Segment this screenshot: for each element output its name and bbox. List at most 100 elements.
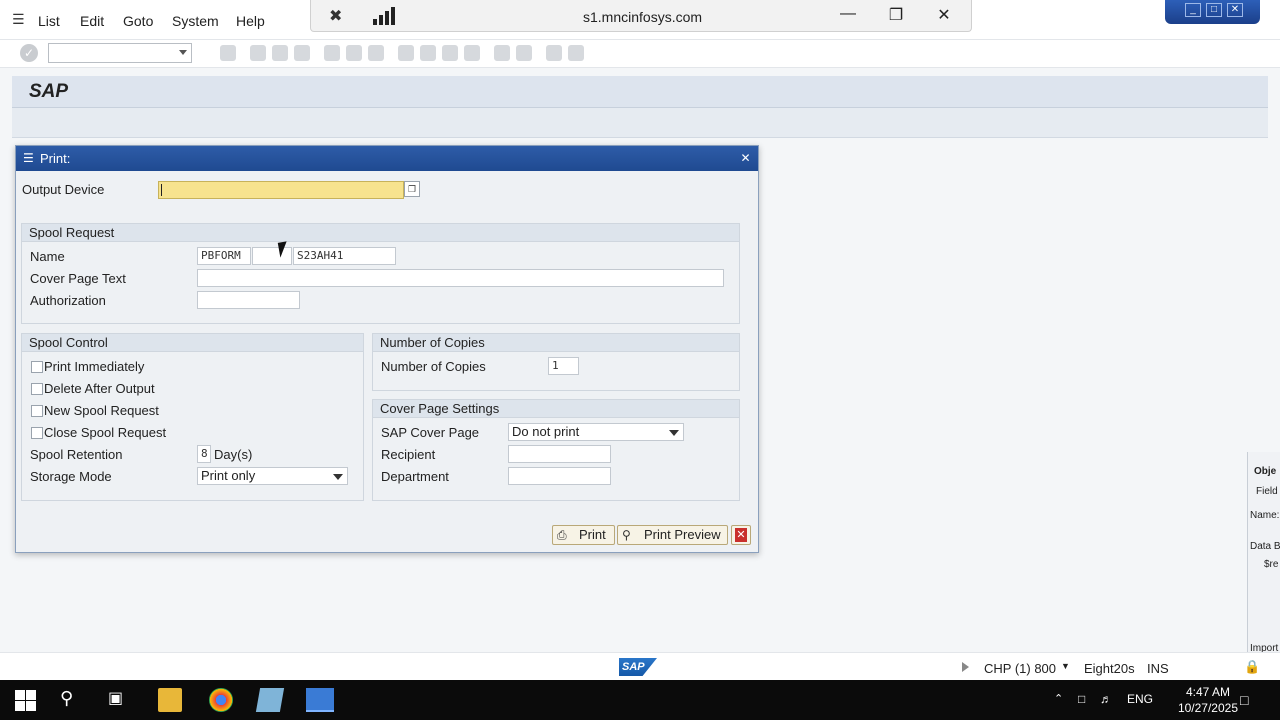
dialog-menu-icon[interactable]: ☰	[23, 151, 34, 165]
output-device-label: Output Device	[22, 182, 105, 197]
menu-goto[interactable]: Goto	[123, 13, 153, 29]
sap-logon-icon[interactable]	[255, 688, 285, 712]
side-panel-name-label: Name:	[1250, 510, 1280, 521]
side-panel-object-label: Obje	[1254, 466, 1277, 477]
close-icon[interactable]: ✕	[934, 5, 954, 25]
chevron-down-icon[interactable]	[333, 474, 343, 480]
language-indicator[interactable]: ENG	[1127, 692, 1153, 706]
sap-gui-icon[interactable]	[306, 688, 334, 712]
output-device-input[interactable]	[158, 181, 404, 199]
storage-mode-label: Storage Mode	[30, 469, 112, 484]
preview-icon: ⚲	[622, 528, 631, 542]
sap-logo: SAP	[619, 658, 657, 676]
new-spool-request-checkbox[interactable]	[31, 405, 43, 417]
recipient-input[interactable]	[508, 445, 611, 463]
task-view-icon[interactable]: ▣	[108, 688, 132, 712]
delete-after-output-checkbox[interactable]	[31, 383, 43, 395]
cover-page-text-label: Cover Page Text	[30, 271, 126, 286]
dialog-title: Print:	[40, 151, 71, 166]
menu-edit[interactable]: Edit	[80, 13, 104, 29]
close-spool-request-checkbox[interactable]	[31, 427, 43, 439]
clock-time: 4:47 AM	[1185, 685, 1230, 699]
standard-toolbar: ✓	[0, 40, 1280, 68]
print-immediately-checkbox[interactable]	[31, 361, 43, 373]
file-explorer-icon[interactable]	[158, 688, 182, 712]
menu-icon[interactable]: ☰	[12, 11, 28, 27]
chevron-down-icon[interactable]: ▼	[1061, 661, 1070, 671]
dialog-close-icon[interactable]: ✕	[739, 152, 752, 165]
next-page-icon[interactable]	[442, 45, 458, 61]
storage-mode-select[interactable]: Print only	[197, 467, 348, 485]
object-side-panel: Obje Field Name: Data B $re Import	[1247, 452, 1280, 652]
cover-page-text-input[interactable]	[197, 269, 724, 287]
find-next-icon[interactable]	[368, 45, 384, 61]
side-panel-field-tab[interactable]: Field	[1256, 486, 1278, 497]
chevron-up-icon[interactable]: ⌃	[1054, 692, 1063, 705]
volume-icon[interactable]: ♬	[1100, 692, 1112, 706]
notification-icon[interactable]: □	[1240, 692, 1248, 708]
lock-icon[interactable]: 🔒	[1244, 659, 1260, 675]
help-icon[interactable]	[546, 45, 562, 61]
authorization-label: Authorization	[30, 293, 106, 308]
spool-retention-input[interactable]: 8	[197, 445, 211, 463]
find-icon[interactable]	[346, 45, 362, 61]
menu-help[interactable]: Help	[236, 13, 265, 29]
department-label: Department	[381, 469, 449, 484]
spool-request-header: Spool Request	[22, 224, 739, 242]
menu-system[interactable]: System	[172, 13, 219, 29]
print-preview-button[interactable]: ⚲ Print Preview	[617, 525, 728, 545]
delete-after-output-label: Delete After Output	[44, 381, 155, 396]
cancel-button[interactable]: ✕	[731, 525, 751, 545]
chevron-down-icon[interactable]	[669, 430, 679, 436]
print-icon[interactable]	[324, 45, 340, 61]
system-info[interactable]: CHP (1) 800	[984, 661, 1056, 676]
print-button[interactable]: ⎙ Print	[552, 525, 615, 545]
dialog-title-bar: ☰ Print: ✕	[16, 146, 758, 171]
side-panel-data-label: Data B	[1250, 541, 1280, 552]
cancel-icon[interactable]	[294, 45, 310, 61]
windows-start-icon[interactable]	[14, 688, 38, 712]
sap-cover-page-label: SAP Cover Page	[381, 425, 480, 440]
sap-minimize-icon[interactable]: _	[1185, 3, 1201, 17]
chevron-down-icon[interactable]	[179, 50, 187, 55]
layout-icon[interactable]	[568, 45, 584, 61]
last-page-icon[interactable]	[464, 45, 480, 61]
name-input-1[interactable]: PBFORM	[197, 247, 251, 265]
recipient-label: Recipient	[381, 447, 436, 462]
windows-taskbar: ⚲ ▣ ⌃ □ ♬ ENG 4:47 AM 10/27/2025 □	[0, 680, 1280, 720]
menu-bar: ☰ List Edit Goto System Help ✖ s1.mncinf…	[0, 0, 1280, 40]
pin-icon[interactable]: ✖	[329, 6, 342, 26]
minimize-icon[interactable]: —	[838, 5, 858, 23]
cancel-x-icon: ✕	[735, 528, 747, 542]
signal-strength-icon[interactable]	[373, 7, 397, 25]
department-input[interactable]	[508, 467, 611, 485]
back-icon[interactable]	[250, 45, 266, 61]
network-icon[interactable]: □	[1078, 692, 1085, 706]
previous-page-icon[interactable]	[420, 45, 436, 61]
spool-control-header: Spool Control	[22, 334, 363, 352]
sap-cover-page-select[interactable]: Do not print	[508, 423, 684, 441]
save-icon[interactable]	[220, 45, 236, 61]
status-bar: SAP CHP (1) 800 ▼ Eight20s INS 🔒	[0, 652, 1280, 680]
exit-icon[interactable]	[272, 45, 288, 61]
number-of-copies-input[interactable]: 1	[548, 357, 579, 375]
sap-close-icon[interactable]: ✕	[1227, 3, 1243, 17]
enter-icon[interactable]: ✓	[20, 44, 38, 62]
first-page-icon[interactable]	[398, 45, 414, 61]
menu-list[interactable]: List	[38, 13, 60, 29]
search-icon[interactable]: ⚲	[60, 688, 84, 712]
name-input-3[interactable]: S23AH41	[293, 247, 396, 265]
value-help-icon[interactable]: ❐	[404, 181, 420, 197]
expand-status-icon[interactable]	[962, 662, 969, 672]
authorization-input[interactable]	[197, 291, 300, 309]
clock-date: 10/27/2025	[1177, 701, 1238, 715]
sap-maximize-icon[interactable]: □	[1206, 3, 1222, 17]
shortcut-icon[interactable]	[516, 45, 532, 61]
clock[interactable]: 4:47 AM 10/27/2025	[1178, 684, 1238, 716]
command-field[interactable]	[48, 43, 192, 63]
side-panel-ref-value[interactable]: $re	[1264, 559, 1278, 570]
restore-icon[interactable]: ❐	[886, 5, 906, 25]
new-session-icon[interactable]	[494, 45, 510, 61]
chrome-icon[interactable]	[209, 688, 233, 712]
print-immediately-label: Print Immediately	[44, 359, 145, 374]
